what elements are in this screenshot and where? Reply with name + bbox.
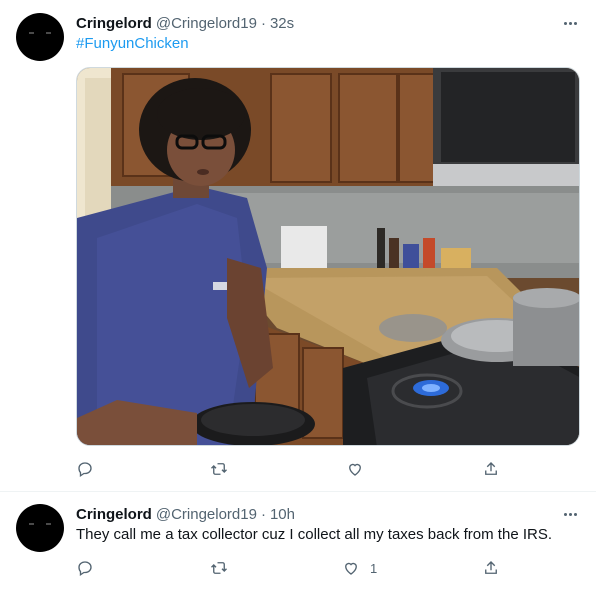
tweet-header: Cringelord @Cringelord19 · 10h (76, 504, 295, 524)
tweet-text: They call me a tax collector cuz I colle… (76, 526, 553, 543)
like-icon (349, 463, 361, 476)
author-name[interactable]: Cringelord (76, 506, 152, 523)
avatar[interactable] (16, 13, 64, 61)
timestamp[interactable]: 32s (270, 15, 294, 32)
share-icon (485, 462, 497, 475)
timestamp[interactable]: 10h (270, 506, 295, 523)
reply-icon (78, 561, 92, 577)
tweet[interactable]: Cringelord @Cringelord19 · 32s #FunyunCh… (0, 0, 596, 492)
avatar[interactable] (16, 504, 64, 552)
separator: · (260, 14, 266, 32)
kitchen-photo (77, 68, 579, 445)
share-button[interactable] (482, 558, 500, 578)
retweet-button[interactable] (210, 459, 238, 479)
like-button[interactable]: 1 (342, 558, 377, 578)
reply-button[interactable] (76, 558, 104, 578)
tweet-actions (76, 459, 506, 479)
reply-icon (78, 462, 92, 478)
like-count: 1 (370, 560, 378, 576)
share-button[interactable] (482, 459, 500, 479)
retweet-icon (211, 463, 227, 475)
author-handle[interactable]: @Cringelord19 (156, 15, 257, 32)
author-name[interactable]: Cringelord (76, 15, 152, 32)
tweet[interactable]: Cringelord @Cringelord19 · 10h They call… (0, 492, 596, 590)
separator: · (260, 505, 266, 523)
more-horizontal-icon[interactable] (560, 13, 580, 33)
more-horizontal-icon[interactable] (560, 504, 580, 524)
tweet-photo[interactable] (76, 67, 580, 446)
hashtag-link[interactable]: #FunyunChicken (76, 35, 189, 52)
share-icon (485, 561, 497, 574)
tweet-header: Cringelord @Cringelord19 · 32s (76, 13, 294, 33)
retweet-button[interactable] (210, 558, 238, 578)
reply-button[interactable] (76, 459, 104, 479)
like-icon (345, 562, 357, 575)
author-handle[interactable]: @Cringelord19 (156, 506, 257, 523)
retweet-icon (211, 562, 227, 574)
like-button[interactable] (346, 459, 374, 479)
tweet-actions: 1 (76, 558, 506, 578)
